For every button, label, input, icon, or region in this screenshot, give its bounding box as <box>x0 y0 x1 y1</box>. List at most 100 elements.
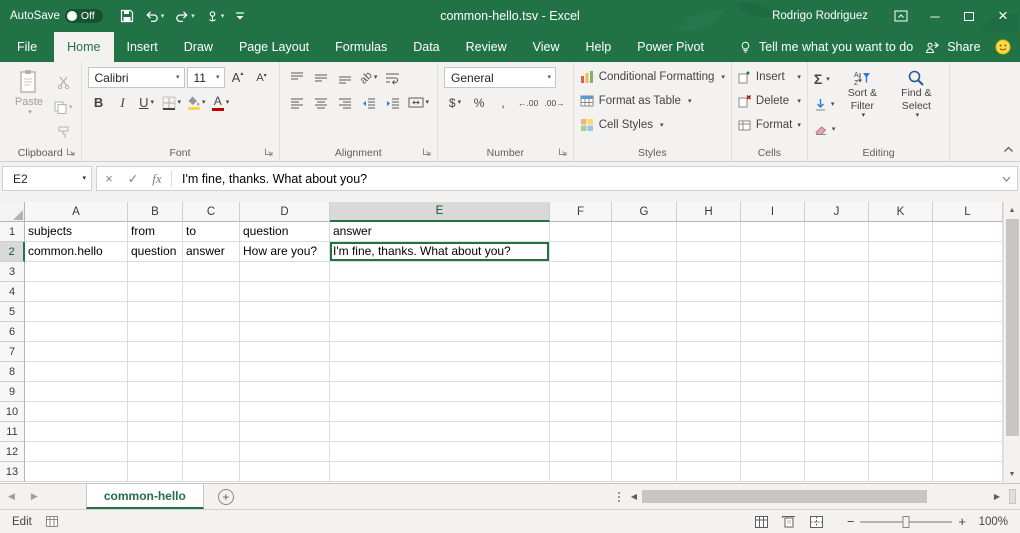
sort-filter-button[interactable]: AZ Sort & Filter ▾ <box>835 65 889 144</box>
cell-H7[interactable] <box>677 342 741 362</box>
tab-view[interactable]: View <box>520 32 573 62</box>
tab-page-layout[interactable]: Page Layout <box>226 32 322 62</box>
scrollbar-splitter[interactable] <box>1009 489 1016 504</box>
cell-H1[interactable] <box>677 222 741 242</box>
cell-F12[interactable] <box>550 442 612 462</box>
cell-H13[interactable] <box>677 462 741 482</box>
cell-D10[interactable] <box>240 402 330 422</box>
save-button[interactable] <box>115 5 139 27</box>
cell-J9[interactable] <box>805 382 869 402</box>
cell-L11[interactable] <box>933 422 1003 442</box>
feedback-button[interactable] <box>993 32 1020 62</box>
column-header-E[interactable]: E <box>330 202 550 222</box>
cell-I10[interactable] <box>741 402 805 422</box>
cell-B1[interactable]: from <box>128 222 183 242</box>
zoom-slider-thumb[interactable] <box>903 516 910 528</box>
cell-K11[interactable] <box>869 422 933 442</box>
cell-L4[interactable] <box>933 282 1003 302</box>
cell-K6[interactable] <box>869 322 933 342</box>
cell-K3[interactable] <box>869 262 933 282</box>
cell-A8[interactable] <box>25 362 128 382</box>
cell-C2[interactable]: answer <box>183 242 240 262</box>
cell-L5[interactable] <box>933 302 1003 322</box>
close-button[interactable]: × <box>986 0 1020 32</box>
comma-format-button[interactable]: , <box>492 92 514 114</box>
cell-E1[interactable]: answer <box>330 222 550 242</box>
cell-E8[interactable] <box>330 362 550 382</box>
cell-C8[interactable] <box>183 362 240 382</box>
find-select-button[interactable]: Find & Select ▾ <box>889 65 943 144</box>
cell-C5[interactable] <box>183 302 240 322</box>
cell-L9[interactable] <box>933 382 1003 402</box>
normal-view-button[interactable] <box>751 514 772 530</box>
cell-I12[interactable] <box>741 442 805 462</box>
cell-B12[interactable] <box>128 442 183 462</box>
cell-D5[interactable] <box>240 302 330 322</box>
autosave-toggle[interactable]: Off <box>65 9 103 23</box>
cell-C4[interactable] <box>183 282 240 302</box>
cell-J4[interactable] <box>805 282 869 302</box>
font-color-button[interactable]: A ▾ <box>210 92 232 114</box>
cell-C6[interactable] <box>183 322 240 342</box>
scroll-down-button[interactable]: ▼ <box>1004 466 1020 483</box>
row-header-12[interactable]: 12 <box>0 442 25 462</box>
cell-D13[interactable] <box>240 462 330 482</box>
cell-F13[interactable] <box>550 462 612 482</box>
cell-L1[interactable] <box>933 222 1003 242</box>
cell-A12[interactable] <box>25 442 128 462</box>
cell-G2[interactable] <box>612 242 677 262</box>
cell-I2[interactable] <box>741 242 805 262</box>
cell-E13[interactable] <box>330 462 550 482</box>
row-header-4[interactable]: 4 <box>0 282 25 302</box>
cell-L8[interactable] <box>933 362 1003 382</box>
cell-L6[interactable] <box>933 322 1003 342</box>
cell-K13[interactable] <box>869 462 933 482</box>
cell-B10[interactable] <box>128 402 183 422</box>
formula-bar-expand-button[interactable] <box>996 176 1017 182</box>
select-all-button[interactable] <box>0 202 25 222</box>
row-header-3[interactable]: 3 <box>0 262 25 282</box>
cell-F6[interactable] <box>550 322 612 342</box>
font-name-select[interactable]: Calibri ▾ <box>88 67 185 88</box>
row-header-13[interactable]: 13 <box>0 462 25 482</box>
column-header-G[interactable]: G <box>612 202 677 222</box>
name-box[interactable]: E2 ▾ <box>2 166 92 191</box>
cell-E11[interactable] <box>330 422 550 442</box>
cell-D2[interactable]: How are you? <box>240 242 330 262</box>
cell-B13[interactable] <box>128 462 183 482</box>
delete-cells-button[interactable]: Delete ▾ <box>738 89 801 113</box>
cell-A5[interactable] <box>25 302 128 322</box>
italic-button[interactable]: I <box>112 92 134 114</box>
cell-F10[interactable] <box>550 402 612 422</box>
cell-G7[interactable] <box>612 342 677 362</box>
cell-H12[interactable] <box>677 442 741 462</box>
decrease-decimal-button[interactable]: .00→ <box>542 92 566 114</box>
cell-B2[interactable]: question <box>128 242 183 262</box>
cell-H5[interactable] <box>677 302 741 322</box>
cell-A13[interactable] <box>25 462 128 482</box>
previous-sheet-button[interactable]: ◀ <box>0 484 23 509</box>
column-header-I[interactable]: I <box>741 202 805 222</box>
scroll-left-button[interactable]: ◀ <box>626 492 642 501</box>
cell-A7[interactable] <box>25 342 128 362</box>
row-header-2[interactable]: 2 <box>0 242 25 262</box>
conditional-formatting-button[interactable]: Conditional Formatting ▾ <box>580 65 725 89</box>
cell-L7[interactable] <box>933 342 1003 362</box>
underline-button[interactable]: U▾ <box>136 92 158 114</box>
cell-F9[interactable] <box>550 382 612 402</box>
cell-I8[interactable] <box>741 362 805 382</box>
cell-G3[interactable] <box>612 262 677 282</box>
horizontal-scrollbar[interactable]: ◀ ▶ <box>618 484 1020 509</box>
cell-J13[interactable] <box>805 462 869 482</box>
cell-C3[interactable] <box>183 262 240 282</box>
column-header-H[interactable]: H <box>677 202 741 222</box>
scroll-right-button[interactable]: ▶ <box>989 492 1005 501</box>
wrap-text-button[interactable] <box>382 67 404 89</box>
cell-A2[interactable]: common.hello <box>25 242 128 262</box>
maximize-button[interactable] <box>952 0 986 32</box>
cell-E12[interactable] <box>330 442 550 462</box>
column-header-C[interactable]: C <box>183 202 240 222</box>
cell-D9[interactable] <box>240 382 330 402</box>
row-header-10[interactable]: 10 <box>0 402 25 422</box>
cell-E3[interactable] <box>330 262 550 282</box>
